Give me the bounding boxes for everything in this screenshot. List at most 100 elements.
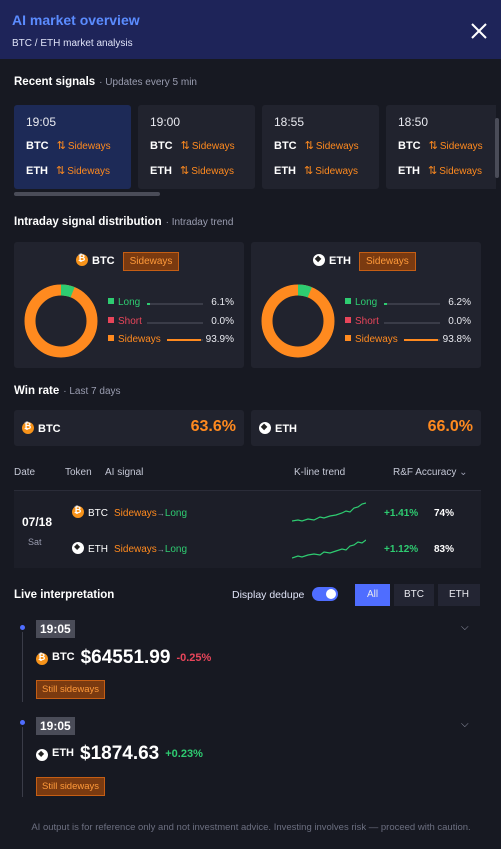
btc-icon xyxy=(36,652,48,665)
swap-arrows-icon: ⇅ xyxy=(180,165,190,177)
swap-arrows-icon: ⇅ xyxy=(304,165,314,177)
dedupe-toggle[interactable] xyxy=(312,587,338,601)
horizontal-scrollbar[interactable] xyxy=(14,192,160,196)
donut-segment-sideways xyxy=(24,284,98,358)
signal-row-btc: BTC ⇅ Sideways xyxy=(398,139,483,152)
signal-state: Sideways xyxy=(191,141,235,152)
column-header-trend: K-line trend xyxy=(294,467,346,478)
distribution-tag: Sideways xyxy=(359,252,416,271)
legend-label: Short xyxy=(355,316,379,327)
signal-row-eth: ETH ⇅ Sideways xyxy=(150,164,234,177)
win-rate-token-label: ETH xyxy=(275,423,297,435)
legend-bar-fill xyxy=(384,303,388,305)
filter-all-button[interactable]: All xyxy=(355,584,390,606)
close-button[interactable] xyxy=(468,20,490,42)
signal-card[interactable]: 19:00 BTC ⇅ Sideways ETH ⇅ Sideways xyxy=(138,105,255,189)
signal-row-btc: BTC ⇅ Sideways xyxy=(150,139,235,152)
distribution-token: BTC xyxy=(92,255,115,267)
chevron-down-icon[interactable]: ⌵ xyxy=(461,622,469,633)
signal-state: Sideways xyxy=(67,166,111,177)
legend-item-sideways: Sideways xyxy=(345,334,398,345)
live-item-time: 19:05 xyxy=(36,620,75,638)
timeline-dot xyxy=(20,720,25,725)
signal-row-btc: BTC ⇅ Sideways xyxy=(26,139,111,152)
kline-sparkline xyxy=(292,539,366,559)
chevron-down-icon: ⌄ xyxy=(459,467,468,478)
signal-card[interactable]: 19:05 BTC ⇅ Sideways ETH ⇅ Sideways xyxy=(14,105,131,189)
filter-btc-button[interactable]: BTC xyxy=(394,584,434,606)
column-header-accuracy-label: R&F Accuracy xyxy=(393,467,457,478)
legend-value: 6.2% xyxy=(448,297,471,308)
donut-chart xyxy=(261,284,335,358)
vertical-scrollbar[interactable] xyxy=(495,118,499,178)
live-item-time: 19:05 xyxy=(36,717,75,735)
distribution-card-header: BTC Sideways xyxy=(76,252,180,271)
live-item-price-row: ETH $1874.63 +0.23% xyxy=(36,743,203,765)
win-rate-token: BTC xyxy=(22,421,61,435)
live-item-change: +0.23% xyxy=(165,748,203,760)
signal-card-strip[interactable]: 19:05 BTC ⇅ Sideways ETH ⇅ Sideways 19:00 BT… xyxy=(14,105,496,191)
distribution-card-eth: ETH Sideways Long 6.2% Short 0.0% Sideway… xyxy=(251,242,481,368)
accuracy-value: 83% xyxy=(434,544,455,555)
legend-swatch xyxy=(345,298,351,304)
column-header-accuracy[interactable]: R&F Accuracy ⌄ xyxy=(393,467,468,478)
recent-signals-subtitle: · Updates every 5 min xyxy=(99,77,197,88)
signal-token: BTC xyxy=(398,140,421,152)
distribution-tag: Sideways xyxy=(122,252,180,271)
signal-card[interactable]: 18:50 BTC ⇅ Sideways ETH ⇅ Sideways xyxy=(386,105,496,189)
filter-eth-button[interactable]: ETH xyxy=(438,584,480,606)
live-item-status-badge: Still sideways xyxy=(36,680,106,699)
legend-item-long: Long xyxy=(345,297,377,308)
win-rate-token-label: BTC xyxy=(38,423,61,435)
signal-state: Sideways xyxy=(315,166,359,177)
signal-row-eth: ETH ⇅ Sideways xyxy=(274,164,358,177)
signal-token: ETH xyxy=(398,165,420,177)
column-header-token: Token xyxy=(65,467,92,478)
swap-arrows-icon: ⇅ xyxy=(304,140,314,152)
signal-state: Sideways xyxy=(191,166,235,177)
legend-value: 93.8% xyxy=(442,334,471,345)
btc-icon xyxy=(76,253,88,266)
signal-state: Sideways xyxy=(67,141,111,152)
close-icon xyxy=(471,23,487,39)
signal-time: 19:05 xyxy=(26,115,57,129)
signal-token: BTC xyxy=(150,140,173,152)
win-rate-card-eth: ETH 66.0% xyxy=(251,410,481,446)
signal-card[interactable]: 18:55 BTC ⇅ Sideways ETH ⇅ Sideways xyxy=(262,105,379,189)
signal-row-eth: ETH ⇅ Sideways xyxy=(398,164,482,177)
legend-item-sideways: Sideways xyxy=(108,334,161,345)
swap-arrows-icon: ⇅ xyxy=(56,140,66,152)
donut-chart xyxy=(24,284,98,358)
signal-to: Long xyxy=(164,508,188,519)
legend-value: 0.0% xyxy=(211,316,234,327)
distribution-title: Intraday signal distribution · Intraday t… xyxy=(14,216,233,228)
legend-swatch xyxy=(108,317,114,323)
trend-change: +1.12% xyxy=(384,544,419,555)
win-rate-heading: Win rate xyxy=(14,385,60,397)
legend-bar-fill xyxy=(147,303,151,305)
win-rate-value: 63.6% xyxy=(190,418,236,435)
legend-item-long: Long xyxy=(108,297,140,308)
eth-icon xyxy=(259,422,271,434)
live-item-status-badge: Still sideways xyxy=(36,777,106,796)
btc-icon xyxy=(22,421,34,434)
win-rate-card-btc: BTC 63.6% xyxy=(14,410,244,446)
donut-segment-sideways xyxy=(261,284,335,358)
distribution-heading: Intraday signal distribution xyxy=(14,216,162,228)
legend-swatch xyxy=(108,335,114,341)
table-date: 07/18 xyxy=(22,515,53,529)
distribution-card-btc: BTC Sideways Long 6.1% Short 0.0% Sideway… xyxy=(14,242,244,368)
legend-swatch xyxy=(345,317,351,323)
table-row: BTC Sideways→Long xyxy=(72,505,188,519)
column-header-signal: AI signal xyxy=(105,467,144,478)
recent-signals-heading: Recent signals xyxy=(14,76,96,88)
win-rate-value: 66.0% xyxy=(427,418,473,435)
accuracy-value: 74% xyxy=(434,508,455,519)
legend-label: Long xyxy=(118,297,141,308)
disclaimer: AI output is for reference only and not … xyxy=(31,822,471,833)
legend-swatch xyxy=(345,335,351,341)
legend-item-short: Short xyxy=(345,316,379,327)
signal-state: Sideways xyxy=(315,141,359,152)
chevron-down-icon[interactable]: ⌵ xyxy=(461,719,469,730)
legend-label: Long xyxy=(355,297,378,308)
